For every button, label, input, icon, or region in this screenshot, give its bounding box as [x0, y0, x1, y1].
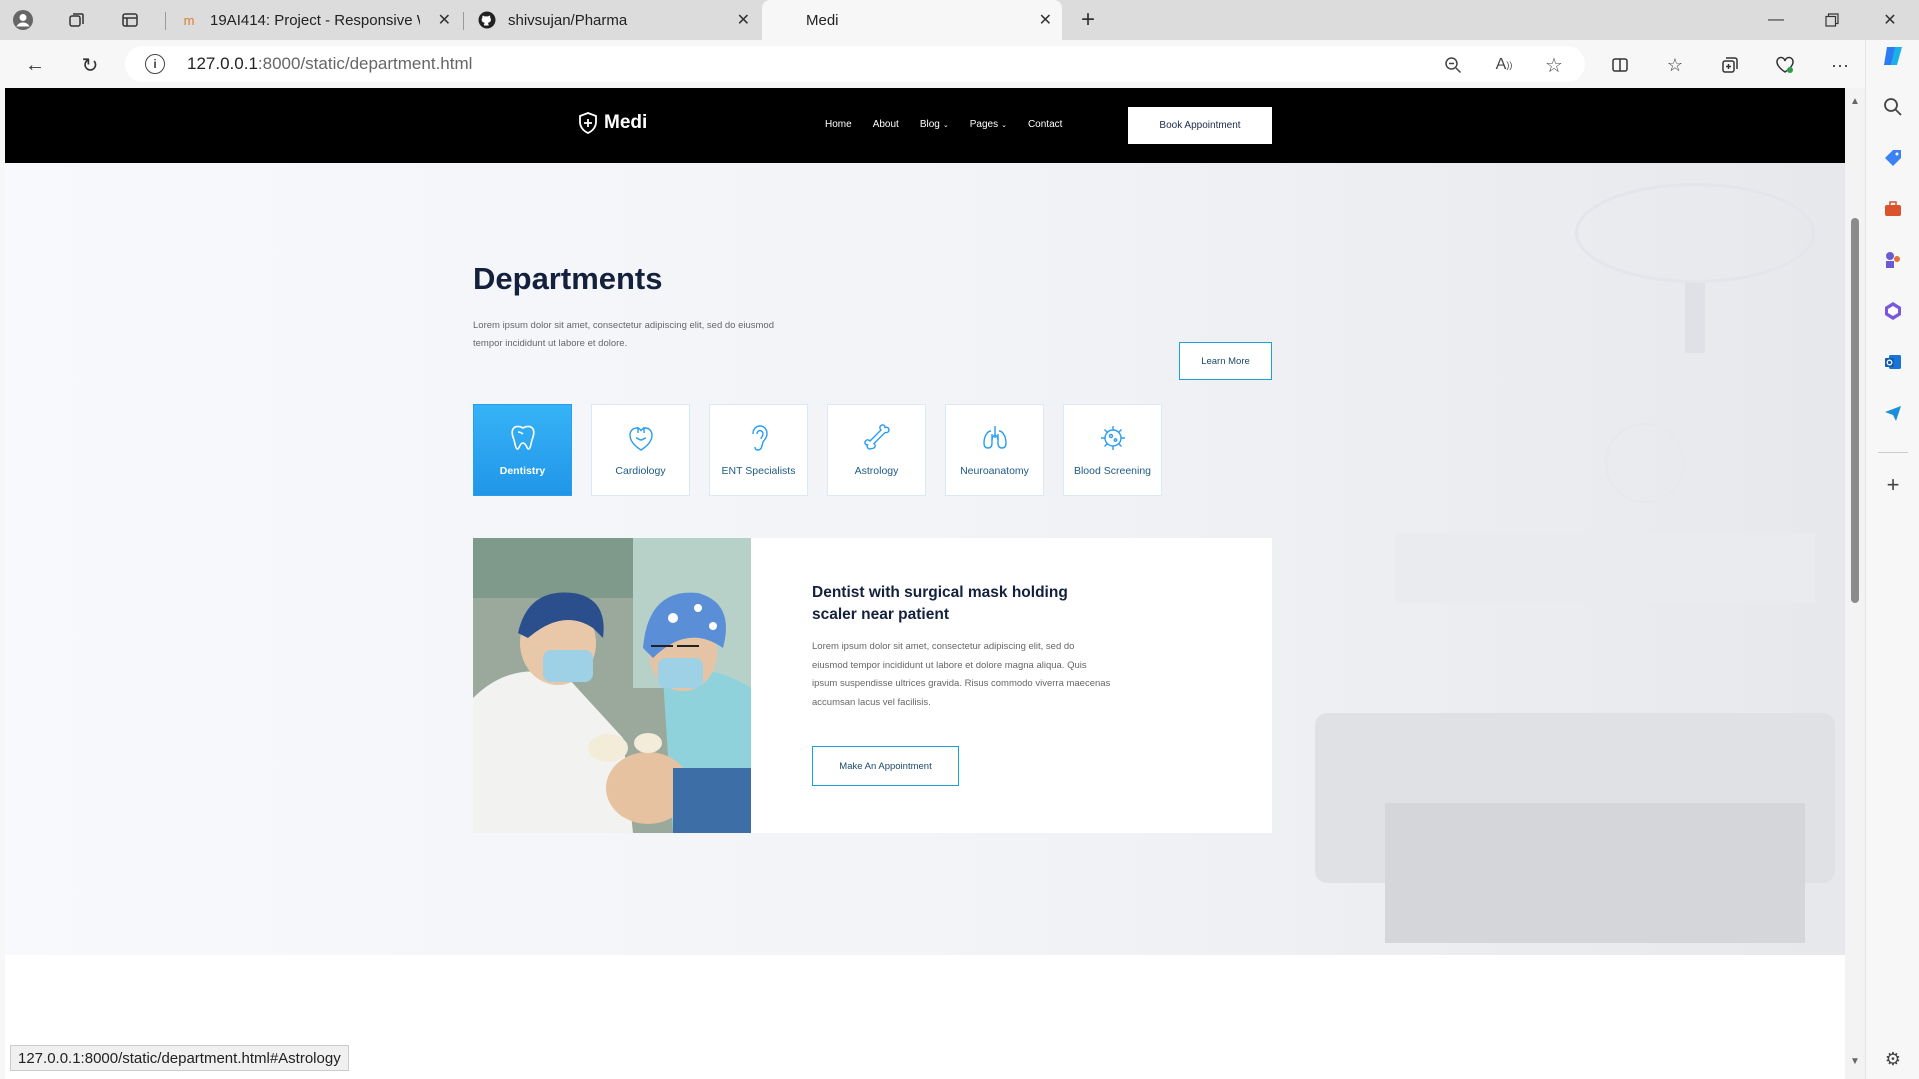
moodle-icon: m: [183, 12, 195, 28]
scroll-up-arrow-icon[interactable]: ▲: [1849, 96, 1861, 108]
tab-medi[interactable]: Medi ✕: [762, 0, 1062, 40]
browser-essentials-icon[interactable]: [1770, 50, 1800, 80]
read-aloud-icon[interactable]: A)): [1492, 53, 1516, 77]
nav-blog[interactable]: Blog ⌄: [920, 119, 949, 130]
book-appointment-button[interactable]: Book Appointment: [1128, 107, 1272, 144]
nav-home[interactable]: Home: [825, 119, 852, 130]
page-title: Departments: [473, 261, 663, 296]
department-tab-astrology[interactable]: Astrology: [827, 404, 926, 496]
browser-toolbar: ← ↻ i 127.0.0.1:8000/static/department.h…: [0, 40, 1919, 88]
make-appointment-button[interactable]: Make An Appointment: [812, 746, 959, 786]
split-screen-icon[interactable]: [1605, 50, 1635, 80]
scroll-down-arrow-icon[interactable]: ▼: [1849, 1056, 1861, 1068]
copilot-icon[interactable]: [1881, 44, 1905, 68]
more-menu-icon[interactable]: ···: [1825, 50, 1855, 80]
refresh-icon[interactable]: ↻: [75, 50, 105, 80]
outlook-icon[interactable]: [1881, 350, 1905, 374]
address-bar[interactable]: i 127.0.0.1:8000/static/department.html …: [125, 46, 1585, 82]
department-tab-ent-specialists[interactable]: ENT Specialists: [709, 404, 808, 496]
chevron-down-icon: ⌄: [1001, 121, 1007, 129]
nav-about[interactable]: About: [873, 119, 899, 130]
close-tab-icon[interactable]: ✕: [1039, 10, 1052, 30]
scroll-thumb[interactable]: [1851, 218, 1859, 603]
github-icon: [478, 11, 496, 29]
chevron-down-icon: ⌄: [942, 121, 949, 129]
background-chair-base: [1385, 803, 1805, 943]
profile-icon[interactable]: [10, 7, 36, 33]
close-tab-icon[interactable]: ✕: [737, 10, 750, 30]
new-tab-icon[interactable]: +: [1075, 6, 1101, 33]
zoom-out-icon[interactable]: [1441, 53, 1465, 77]
back-icon[interactable]: ←: [20, 50, 50, 80]
learn-more-button[interactable]: Learn More: [1179, 342, 1272, 380]
bone-icon: [863, 424, 890, 450]
sidebar-settings-icon[interactable]: ⚙: [1881, 1047, 1905, 1071]
tab-actions-icon[interactable]: [117, 7, 143, 33]
favorites-icon[interactable]: ☆: [1660, 50, 1690, 80]
minimize-icon[interactable]: —: [1748, 0, 1804, 40]
blank-page-icon: [776, 11, 794, 29]
tooth-icon: [510, 425, 535, 450]
url-text[interactable]: 127.0.0.1:8000/static/department.html: [187, 54, 472, 74]
lungs-icon: [982, 426, 1007, 449]
page-scrollbar[interactable]: ▲ ▼: [1845, 88, 1865, 1079]
nav-contact[interactable]: Contact: [1028, 119, 1062, 130]
restore-icon[interactable]: [1804, 0, 1860, 40]
collections-icon[interactable]: [1715, 50, 1745, 80]
shopping-tag-icon[interactable]: [1881, 146, 1905, 170]
ear-icon: [751, 425, 768, 451]
dentist-photo: [473, 538, 751, 833]
department-tab-neuroanatomy[interactable]: Neuroanatomy: [945, 404, 1044, 496]
background-lamp-arm: [1685, 283, 1705, 353]
department-tab-dentistry[interactable]: Dentistry: [473, 404, 572, 496]
departments-section: Departments Lorem ipsum dolor sit amet, …: [5, 163, 1845, 955]
close-tab-icon[interactable]: ✕: [438, 10, 451, 30]
site-info-icon[interactable]: i: [145, 54, 165, 74]
search-icon[interactable]: [1881, 95, 1905, 119]
microsoft-365-icon[interactable]: [1881, 299, 1905, 323]
page-viewport: Medi Home About Blog ⌄ Pages ⌄ Contact Boo…: [5, 88, 1845, 1079]
virus-icon: [1100, 426, 1125, 450]
browser-tab-strip: m 19AI414: Project - Responsive W ✕ shiv…: [0, 0, 1919, 40]
close-window-icon[interactable]: ✕: [1862, 0, 1918, 40]
workspaces-icon[interactable]: [64, 7, 90, 33]
site-header: Medi Home About Blog ⌄ Pages ⌄ Contact Boo…: [5, 88, 1845, 163]
department-tab-blood-screening[interactable]: Blood Screening: [1063, 404, 1162, 496]
favorite-star-icon[interactable]: ☆: [1542, 53, 1566, 77]
add-sidebar-item-icon[interactable]: +: [1881, 472, 1905, 497]
status-bar-url: 127.0.0.1:8000/static/department.html#As…: [10, 1045, 349, 1071]
department-tab-cardiology[interactable]: Cardiology: [591, 404, 690, 496]
games-icon[interactable]: [1881, 248, 1905, 272]
site-logo[interactable]: Medi: [578, 112, 647, 134]
background-lamp: [1575, 183, 1815, 283]
tools-icon[interactable]: [1881, 197, 1905, 221]
tab-project[interactable]: m 19AI414: Project - Responsive W ✕: [166, 0, 461, 40]
detail-title: Dentist with surgical mask holding scale…: [812, 584, 1068, 623]
heart-icon: [628, 427, 653, 451]
send-icon[interactable]: [1881, 401, 1905, 425]
departments-description: Lorem ipsum dolor sit amet, consectetur …: [473, 320, 774, 349]
detail-text: Lorem ipsum dolor sit amet, consectetur …: [812, 641, 1111, 708]
department-detail-card: Dentist with surgical mask holding scale…: [473, 538, 1272, 833]
tab-github[interactable]: shivsujan/Pharma ✕: [464, 0, 760, 40]
background-equipment: [1395, 533, 1815, 603]
background-clock: [1605, 423, 1685, 503]
shield-icon: [579, 112, 597, 134]
nav-pages[interactable]: Pages ⌄: [970, 119, 1007, 130]
main-nav: Home About Blog ⌄ Pages ⌄ Contact: [825, 119, 1083, 130]
browser-sidebar: + ⚙: [1865, 40, 1919, 1079]
department-tabs: Dentistry Cardiology ENT Specialists Ast…: [473, 404, 1162, 496]
